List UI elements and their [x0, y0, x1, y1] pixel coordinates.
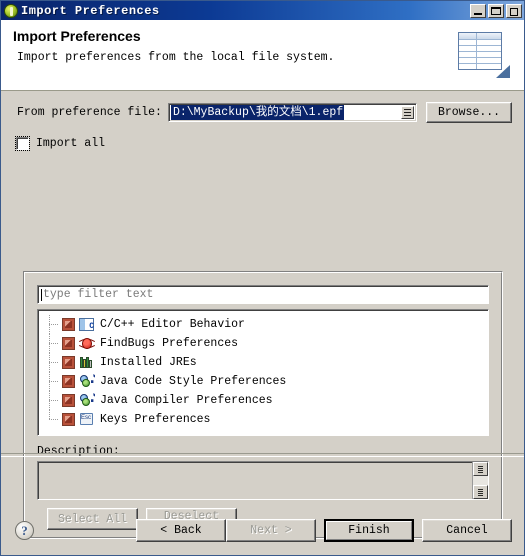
title-bar: Import Preferences: [1, 1, 524, 20]
description-box[interactable]: [37, 461, 489, 500]
import-all-label: Import all: [36, 137, 106, 150]
tree-connector-icon: [48, 315, 62, 334]
scroll-down-button[interactable]: [473, 485, 488, 499]
transfer-checkbox-icon[interactable]: [62, 413, 75, 426]
window-controls: [470, 3, 522, 18]
page-subtitle: Import preferences from the local file s…: [17, 51, 335, 64]
page-title: Import Preferences: [13, 28, 141, 44]
preference-file-label: From preference file:: [17, 106, 162, 119]
tree-connector-icon: [48, 353, 62, 372]
filter-input[interactable]: type filter text: [37, 285, 489, 304]
eclipse-ball-icon: [4, 3, 18, 18]
minimize-button[interactable]: [470, 3, 486, 18]
dialog-footer: ? < Back Next > Finish Cancel: [1, 506, 524, 555]
tree-connector-icon: [48, 334, 62, 353]
transfer-checkbox-icon[interactable]: [62, 337, 75, 350]
java-icon: [79, 393, 95, 408]
tree-item-findbugs-preferences[interactable]: FindBugs Preferences: [38, 334, 488, 353]
java-icon: [79, 374, 95, 389]
cancel-button[interactable]: Cancel: [422, 519, 512, 542]
preference-file-row: From preference file: D:\MyBackup\我的文档\1…: [1, 91, 524, 123]
browse-button[interactable]: Browse...: [426, 102, 512, 123]
transfer-checkbox-icon[interactable]: [62, 375, 75, 388]
tree-item-label: Java Compiler Preferences: [100, 394, 273, 407]
import-all-row[interactable]: Import all: [1, 123, 524, 151]
transfer-checkbox-icon[interactable]: [62, 394, 75, 407]
combo-dropdown-icon[interactable]: [401, 106, 414, 119]
tree-item-java-compiler-preferences[interactable]: Java Compiler Preferences: [38, 391, 488, 410]
help-icon[interactable]: ?: [15, 521, 34, 540]
close-button[interactable]: [506, 3, 522, 18]
focus-outline: [15, 136, 30, 151]
tree-connector-icon: [48, 372, 62, 391]
dialog-body: From preference file: D:\MyBackup\我的文档\1…: [1, 91, 524, 539]
tree-connector-icon: [48, 410, 62, 429]
tree-item-installed-jres[interactable]: Installed JREs: [38, 353, 488, 372]
tree-item-keys-preferences[interactable]: Esc Keys Preferences: [38, 410, 488, 429]
import-all-checkbox[interactable]: [15, 136, 30, 151]
preferences-group: type filter text C C/C++ Editor Behavior: [23, 271, 503, 539]
next-button: Next >: [226, 519, 316, 542]
keys-icon: Esc: [79, 412, 95, 427]
tree-connector-icon: [48, 391, 62, 410]
footer-divider: [1, 453, 524, 457]
scroll-up-button[interactable]: [473, 462, 488, 476]
finish-button-label: Finish: [326, 521, 412, 540]
transfer-checkbox-icon[interactable]: [62, 356, 75, 369]
filter-placeholder: type filter text: [43, 288, 154, 301]
maximize-button[interactable]: [488, 3, 504, 18]
text-caret: [41, 288, 42, 301]
preferences-sheet-icon: [458, 32, 510, 78]
tree-item-label: C/C++ Editor Behavior: [100, 318, 245, 331]
tree-item-label: FindBugs Preferences: [100, 337, 239, 350]
finish-button[interactable]: Finish: [324, 519, 414, 542]
findbugs-icon: [79, 336, 95, 351]
description-scrollbar[interactable]: [472, 462, 488, 499]
cpp-editor-icon: C: [79, 317, 95, 332]
preferences-tree[interactable]: C C/C++ Editor Behavior FindBugs Prefere…: [37, 309, 489, 436]
tree-item-label: Installed JREs: [100, 356, 197, 369]
tree-item-label: Java Code Style Preferences: [100, 375, 287, 388]
tree-item-java-code-style-preferences[interactable]: Java Code Style Preferences: [38, 372, 488, 391]
navigation-buttons: < Back Next > Finish Cancel: [136, 519, 512, 542]
preference-file-combo[interactable]: D:\MyBackup\我的文档\1.epf: [167, 103, 417, 122]
preference-file-value[interactable]: D:\MyBackup\我的文档\1.epf: [170, 105, 345, 120]
tree-item-cpp-editor-behavior[interactable]: C C/C++ Editor Behavior: [38, 315, 488, 334]
window-title: Import Preferences: [21, 3, 160, 18]
import-preferences-dialog: Import Preferences Import Preferences Im…: [0, 0, 525, 556]
transfer-checkbox-icon[interactable]: [62, 318, 75, 331]
back-button[interactable]: < Back: [136, 519, 226, 542]
tree-item-label: Keys Preferences: [100, 413, 211, 426]
jre-books-icon: [79, 355, 95, 370]
banner-header: Import Preferences Import preferences fr…: [1, 20, 524, 91]
